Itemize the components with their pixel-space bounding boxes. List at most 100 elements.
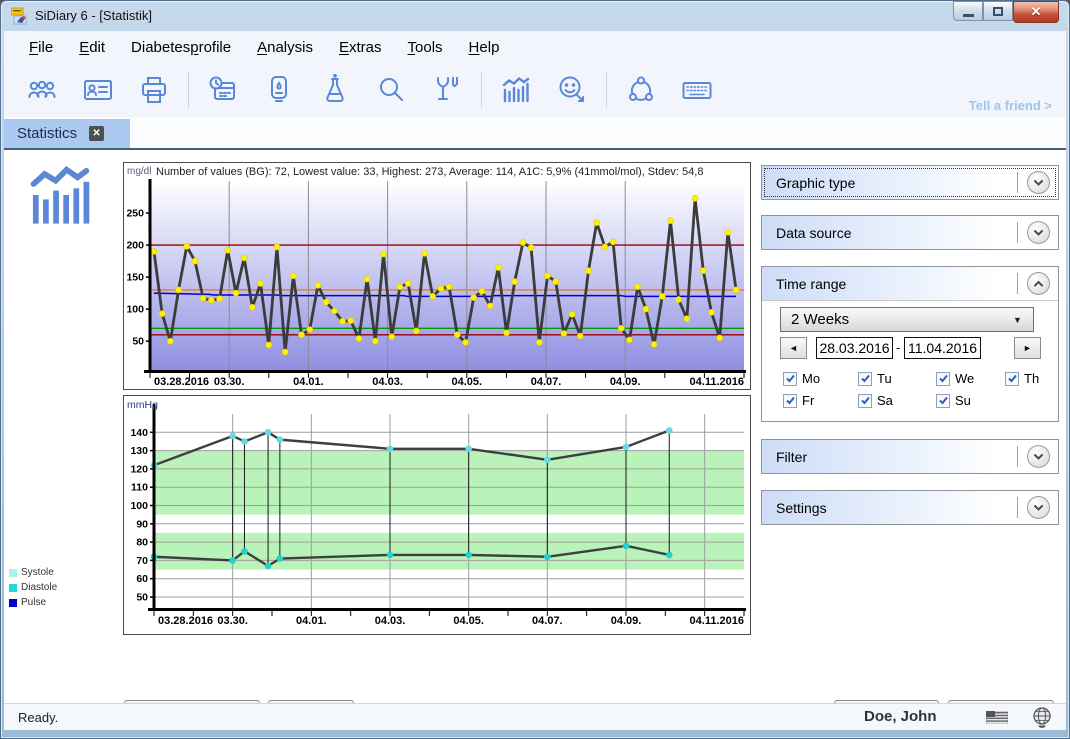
lab-flask-icon[interactable] bbox=[319, 74, 351, 106]
search-icon[interactable] bbox=[375, 74, 407, 106]
statistics-icon[interactable] bbox=[500, 74, 532, 106]
tab-label: Statistics bbox=[17, 125, 77, 142]
toolbar-separator bbox=[188, 72, 189, 108]
dropdown-arrow-icon: ▼ bbox=[1013, 315, 1033, 325]
weekday-checkbox-su[interactable]: Su bbox=[936, 393, 1005, 408]
svg-text:130: 130 bbox=[130, 445, 148, 457]
minimize-button[interactable] bbox=[953, 1, 983, 21]
svg-text:03.30.: 03.30. bbox=[214, 376, 245, 388]
restore-button[interactable] bbox=[983, 1, 1013, 21]
svg-text:04.03.: 04.03. bbox=[375, 615, 406, 627]
menu-diabetesprofile[interactable]: Diabetesprofile bbox=[118, 35, 244, 60]
time-range-preset-select[interactable]: 2 Weeks ▼ bbox=[780, 307, 1034, 332]
chevron-down-icon bbox=[1032, 450, 1045, 463]
close-window-button[interactable]: ✕ bbox=[1013, 1, 1059, 23]
svg-text:04.11.2016: 04.11.2016 bbox=[690, 376, 744, 388]
menu-analysis[interactable]: Analysis bbox=[244, 35, 326, 60]
tab-statistics[interactable]: Statistics ✕ bbox=[4, 119, 130, 148]
app-icon bbox=[11, 7, 29, 25]
svg-text:90: 90 bbox=[136, 518, 148, 530]
svg-text:100: 100 bbox=[130, 500, 148, 512]
section-graphic-type: Graphic type bbox=[761, 165, 1059, 200]
settings-expand-button[interactable] bbox=[1027, 496, 1050, 519]
menu-tools[interactable]: Tools bbox=[395, 35, 456, 60]
menu-edit[interactable]: Edit bbox=[66, 35, 118, 60]
next-period-button[interactable]: ► bbox=[1014, 337, 1041, 359]
date-from-field[interactable]: 28.03.2016 bbox=[816, 337, 893, 359]
flag-icon[interactable] bbox=[986, 711, 1008, 724]
svg-text:04.05.: 04.05. bbox=[452, 376, 483, 388]
bp-legend: Systole Diastole Pulse bbox=[9, 567, 57, 612]
menu-help[interactable]: Help bbox=[456, 35, 513, 60]
toolbar-separator bbox=[481, 72, 482, 108]
time-range-collapse-button[interactable] bbox=[1027, 272, 1050, 295]
keyboard-icon[interactable] bbox=[681, 74, 713, 106]
checkbox-checked-icon bbox=[858, 372, 872, 386]
svg-text:04.03.: 04.03. bbox=[372, 376, 403, 388]
weekday-checkbox-mo[interactable]: Mo bbox=[783, 371, 858, 386]
nutrition-icon[interactable] bbox=[431, 74, 463, 106]
glucose-chart-header: mg/dl Number of values (BG): 72, Lowest … bbox=[124, 163, 750, 179]
svg-text:70: 70 bbox=[136, 555, 148, 567]
minimize-icon bbox=[963, 14, 974, 17]
blood-pressure-plot: 506070809010011012013014003.28.201603.30… bbox=[124, 396, 748, 634]
weekday-checkbox-fr[interactable]: Fr bbox=[783, 393, 858, 408]
print-icon[interactable] bbox=[138, 74, 170, 106]
weekday-checkbox-th[interactable]: Th bbox=[1005, 371, 1045, 386]
chevron-up-icon bbox=[1032, 277, 1045, 290]
status-message: Ready. bbox=[18, 710, 58, 725]
weekday-checkbox-tu[interactable]: Tu bbox=[858, 371, 936, 386]
patient-name: Doe, John bbox=[864, 708, 937, 725]
window-title: SiDiary 6 - [Statistik] bbox=[35, 8, 152, 23]
svg-text:mmHg: mmHg bbox=[127, 399, 158, 411]
chevron-down-icon bbox=[1032, 226, 1045, 239]
settings-header[interactable]: Settings bbox=[762, 491, 1058, 524]
svg-text:100: 100 bbox=[126, 304, 144, 316]
graphic-type-header[interactable]: Graphic type bbox=[762, 166, 1058, 199]
svg-text:04.05.: 04.05. bbox=[453, 615, 484, 627]
svg-text:50: 50 bbox=[132, 336, 144, 348]
graphic-type-expand-button[interactable] bbox=[1027, 171, 1050, 194]
diary-calendar-icon[interactable] bbox=[207, 74, 239, 106]
profiles-icon[interactable] bbox=[26, 74, 58, 106]
checkbox-checked-icon bbox=[783, 394, 797, 408]
tell-a-friend-link[interactable]: Tell a friend > bbox=[969, 98, 1052, 113]
svg-text:140: 140 bbox=[130, 427, 148, 439]
section-filter: Filter bbox=[761, 439, 1059, 474]
checkbox-checked-icon bbox=[936, 372, 950, 386]
window-content: File Edit Diabetesprofile Analysis Extra… bbox=[4, 31, 1066, 730]
weekday-checkbox-we[interactable]: We bbox=[936, 371, 1005, 386]
svg-text:04.07.: 04.07. bbox=[532, 615, 563, 627]
patient-card-icon[interactable] bbox=[82, 74, 114, 106]
svg-text:03.28.2016: 03.28.2016 bbox=[154, 376, 209, 388]
svg-text:150: 150 bbox=[126, 272, 144, 284]
svg-text:04.11.2016: 04.11.2016 bbox=[690, 615, 744, 627]
previous-period-button[interactable]: ◄ bbox=[780, 337, 807, 359]
data-source-header[interactable]: Data source bbox=[762, 216, 1058, 249]
data-source-expand-button[interactable] bbox=[1027, 221, 1050, 244]
filter-expand-button[interactable] bbox=[1027, 445, 1050, 468]
feedback-smiley-icon[interactable] bbox=[556, 74, 588, 106]
systole-swatch bbox=[9, 569, 17, 577]
svg-text:04.09.: 04.09. bbox=[611, 615, 642, 627]
tab-bar: Statistics ✕ bbox=[4, 117, 1066, 150]
tab-close-icon[interactable]: ✕ bbox=[89, 126, 104, 141]
restore-icon bbox=[993, 7, 1003, 16]
glucose-stats-text: Number of values (BG): 72, Lowest value:… bbox=[156, 166, 703, 178]
status-bar: Ready. Doe, John bbox=[4, 703, 1066, 730]
time-range-header[interactable]: Time range bbox=[762, 267, 1058, 300]
menu-extras[interactable]: Extras bbox=[326, 35, 395, 60]
date-to-field[interactable]: 11.04.2016 bbox=[904, 337, 981, 359]
globe-icon[interactable] bbox=[1032, 707, 1052, 729]
blood-pressure-chart: 506070809010011012013014003.28.201603.30… bbox=[123, 395, 751, 635]
statistics-view-icon bbox=[24, 162, 96, 228]
weekday-filter: Mo Tu We Th Fr Sa Su bbox=[783, 371, 1045, 408]
device-icon[interactable] bbox=[263, 74, 295, 106]
time-range-body: 2 Weeks ▼ ◄ 28.03.2016 - 11.04.2016 ► Mo… bbox=[762, 300, 1058, 421]
share-icon[interactable] bbox=[625, 74, 657, 106]
svg-text:04.01.: 04.01. bbox=[296, 615, 327, 627]
filter-header[interactable]: Filter bbox=[762, 440, 1058, 473]
toolbar-separator bbox=[606, 72, 607, 108]
menu-file[interactable]: File bbox=[16, 35, 66, 60]
weekday-checkbox-sa[interactable]: Sa bbox=[858, 393, 936, 408]
